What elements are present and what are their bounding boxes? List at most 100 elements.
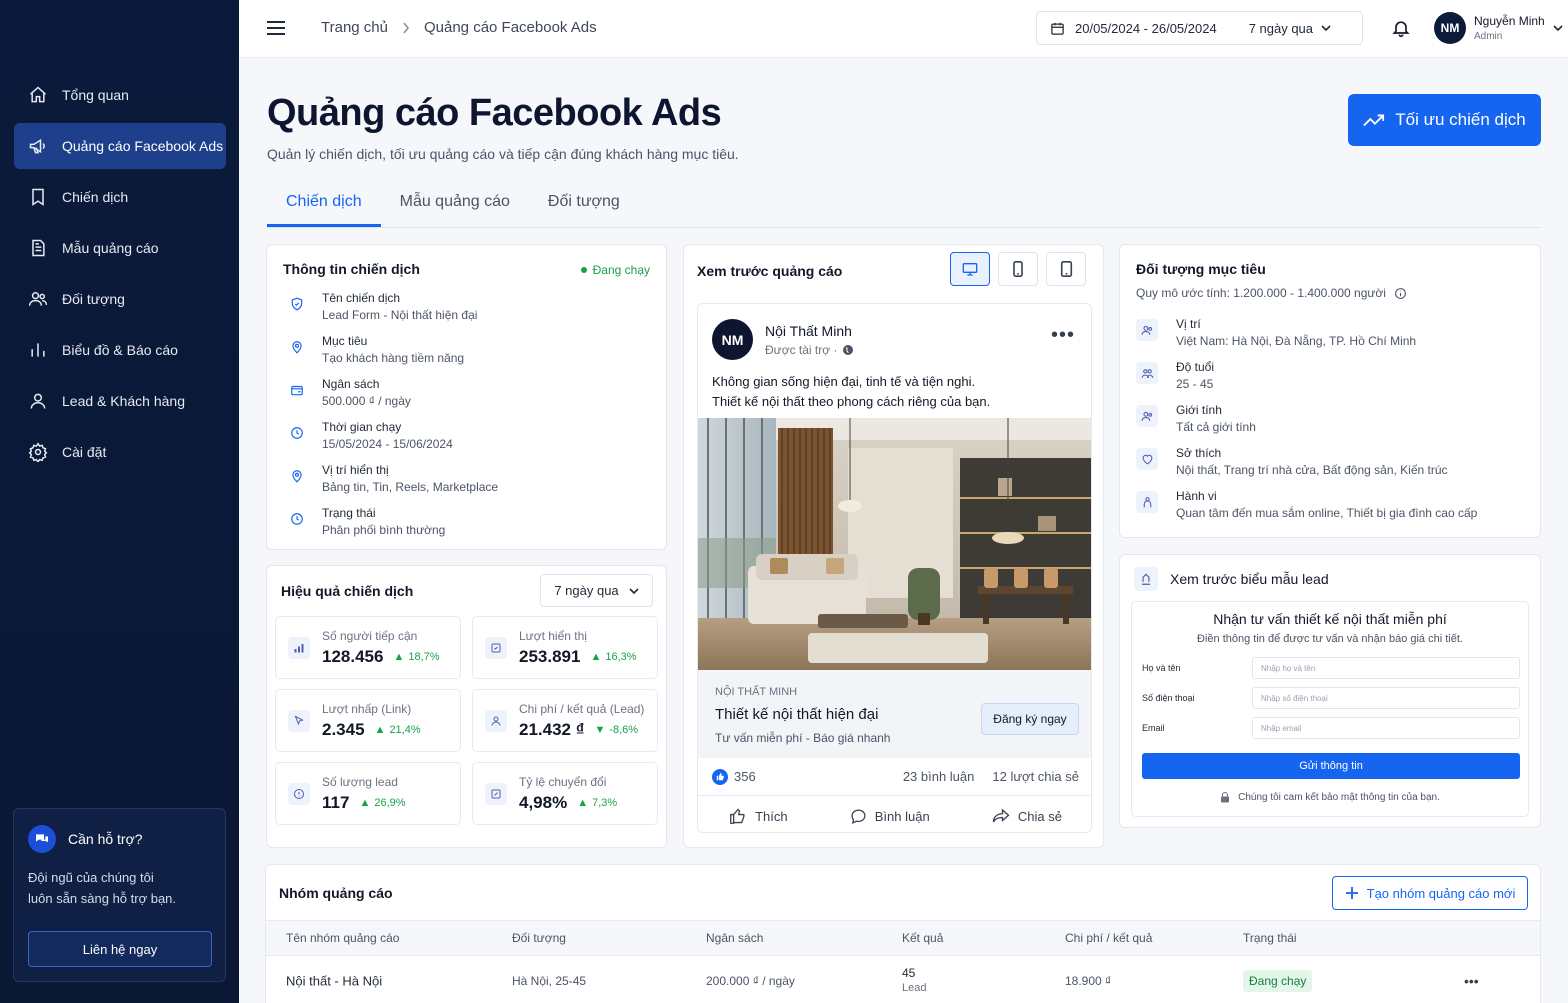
table-row[interactable]: Nội thất - Hà Nội Hà Nội, 25-45 200.000 … [266, 957, 1540, 1003]
clock-icon [290, 512, 306, 549]
arrow-up-icon: ▲ [359, 796, 371, 809]
metric-value: 21.432 ₫ [519, 719, 585, 739]
chat-icon [28, 825, 56, 853]
column-header[interactable]: Trạng thái [1243, 931, 1297, 945]
sidebar-item-label: Mẫu quảng cáo [62, 240, 159, 256]
form-heading: Nhận tư vấn thiết kế nội thất miễn phí [1213, 611, 1447, 627]
mobile-preview-button[interactable] [998, 252, 1038, 286]
page-name: Nội Thất Minh [765, 322, 852, 339]
sidebar-item-overview[interactable]: Tổng quan [14, 72, 226, 118]
wallet-icon [290, 383, 306, 420]
metric-label: Lượt hiển thị [519, 628, 587, 643]
sidebar-item-reports[interactable]: Biểu đồ & Báo cáo [14, 327, 226, 373]
metric-delta: 26,9% [374, 796, 406, 809]
metric-lead-count: Số lượng lead 117 ▲ 26,9% [275, 762, 461, 825]
name-input[interactable]: Nhập họ và tên [1252, 657, 1520, 679]
info-circle-icon [288, 782, 310, 805]
result-unit: Lead [902, 982, 927, 994]
document-icon [28, 238, 48, 258]
user-menu[interactable]: NM Nguyễn Minh Admin [1434, 12, 1563, 44]
cursor-click-icon [288, 709, 310, 732]
trending-up-icon [1363, 112, 1385, 128]
sidebar-item-label: Cài đặt [62, 444, 107, 460]
shield-icon [290, 297, 306, 334]
breadcrumb-home[interactable]: Trang chủ [321, 19, 388, 36]
table-header: Tên nhóm quảng cáo Đối tượng Ngân sách K… [266, 920, 1540, 956]
page-title: Quảng cáo Facebook Ads [267, 92, 722, 134]
smartphone-icon [1012, 261, 1024, 277]
sidebar-item-settings[interactable]: Cài đặt [14, 429, 226, 475]
sidebar-item-facebook-ads[interactable]: Quảng cáo Facebook Ads [14, 123, 226, 169]
share-label: Chia sẻ [1017, 808, 1062, 824]
info-value: 500.000 ₫ / ngày [322, 394, 411, 408]
column-header[interactable]: Đối tượng [512, 931, 566, 945]
sidebar-item-label: Biểu đồ & Báo cáo [62, 342, 178, 358]
metric-impressions: Lượt hiển thị 253.891 ▲ 16,3% [472, 616, 658, 679]
column-header[interactable]: Kết quả [902, 931, 943, 945]
email-input[interactable]: Nhập email [1252, 717, 1520, 739]
metric-label: Số lượng lead [322, 774, 398, 789]
tablet-preview-button[interactable] [1046, 252, 1086, 286]
create-ad-group-button[interactable]: Tạo nhóm quảng cáo mới [1332, 876, 1528, 910]
hamburger-menu-icon[interactable] [266, 19, 286, 37]
info-row-placements: Vị trí hiển thị Bảng tin, Tin, Reels, Mar… [283, 463, 650, 506]
tab-ad-templates[interactable]: Mẫu quảng cáo [381, 182, 529, 227]
row-more-options-icon[interactable]: ••• [1464, 973, 1479, 989]
users-icon [28, 289, 48, 309]
audience-value: Quan tâm đến mua sắm online, Thiết bị gi… [1176, 506, 1478, 520]
info-icon[interactable] [1394, 287, 1407, 300]
info-value: Lead Form - Nội thất hiện đại [322, 308, 478, 322]
sidebar-item-label: Đối tượng [62, 291, 125, 307]
date-range-picker[interactable]: 20/05/2024 - 26/05/2024 7 ngày qua [1036, 11, 1363, 45]
tab-audiences[interactable]: Đối tượng [529, 182, 639, 227]
audience-value: Tất cả giới tính [1176, 420, 1256, 434]
period-select[interactable]: 7 ngày qua [540, 574, 653, 607]
metric-delta: -8,6% [609, 723, 639, 736]
lock-icon [1220, 792, 1230, 803]
audience-label: Sở thích [1176, 446, 1222, 460]
phone-input[interactable]: Nhập số điện thoại [1252, 687, 1520, 709]
optimize-campaign-button[interactable]: Tối ưu chiến dịch [1348, 94, 1541, 146]
sidebar-item-ad-templates[interactable]: Mẫu quảng cáo [14, 225, 226, 271]
notification-bell-icon[interactable] [1391, 18, 1411, 38]
sidebar-item-audiences[interactable]: Đối tượng [14, 276, 226, 322]
audience-label: Giới tính [1176, 403, 1222, 417]
monitor-icon [962, 262, 978, 276]
lead-form-title: Xem trước biểu mẫu lead [1170, 571, 1329, 587]
metric-cost-per-lead: Chi phí / kết quả (Lead) 21.432 ₫ ▼ -8,6% [472, 689, 658, 752]
desktop-preview-button[interactable] [950, 252, 990, 286]
info-value: Tạo khách hàng tiềm năng [322, 351, 465, 365]
like-button[interactable]: Thích [729, 808, 788, 824]
metric-conversion-rate: Tỷ lệ chuyển đổi 4,98% ▲ 7,3% [472, 762, 658, 825]
privacy-note: Chúng tôi cam kết bảo mật thông tin của … [1238, 792, 1440, 803]
metric-link-clicks: Lượt nhấp (Link) 2.345 ▲ 21,4% [275, 689, 461, 752]
status-badge: Đang chạy [1243, 970, 1313, 992]
sidebar: Tổng quan Quảng cáo Facebook Ads Chiến d… [0, 0, 239, 1003]
ad-groups-card: Nhóm quảng cáo Tạo nhóm quảng cáo mới Tê… [265, 864, 1541, 1003]
user-role: Admin [1474, 31, 1503, 42]
info-label: Vị trí hiển thị [322, 463, 389, 477]
tab-campaigns[interactable]: Chiến dịch [267, 182, 381, 227]
gear-icon [28, 442, 48, 462]
column-header[interactable]: Tên nhóm quảng cáo [286, 931, 399, 945]
column-header[interactable]: Chi phí / kết quả [1065, 931, 1152, 945]
form-subheading: Điền thông tin để được tư vấn và nhận bá… [1197, 633, 1463, 645]
sign-up-button[interactable]: Đăng ký ngay [981, 703, 1079, 735]
share-button[interactable]: Chia sẻ [992, 808, 1062, 824]
sidebar-nav: Tổng quan Quảng cáo Facebook Ads Chiến d… [14, 72, 226, 480]
info-label: Trạng thái [322, 506, 376, 520]
comment-button[interactable]: Bình luận [850, 808, 930, 825]
contact-now-button[interactable]: Liên hệ ngay [28, 931, 212, 967]
help-title: Cần hỗ trợ? [68, 831, 143, 847]
performance-title: Hiệu quả chiến dịch [281, 583, 414, 599]
submit-info-button[interactable]: Gửi thông tin [1142, 753, 1520, 779]
arrow-up-icon: ▲ [393, 650, 405, 663]
more-options-icon[interactable]: ••• [1051, 324, 1075, 347]
like-reaction-icon [712, 768, 728, 785]
plus-icon [1345, 886, 1359, 900]
sidebar-item-leads[interactable]: Lead & Khách hàng [14, 378, 226, 424]
sidebar-item-campaigns[interactable]: Chiến dịch [14, 174, 226, 220]
result-value: 45 [902, 966, 916, 980]
column-header[interactable]: Ngân sách [706, 931, 763, 945]
name-label: Họ và tên [1142, 663, 1181, 673]
